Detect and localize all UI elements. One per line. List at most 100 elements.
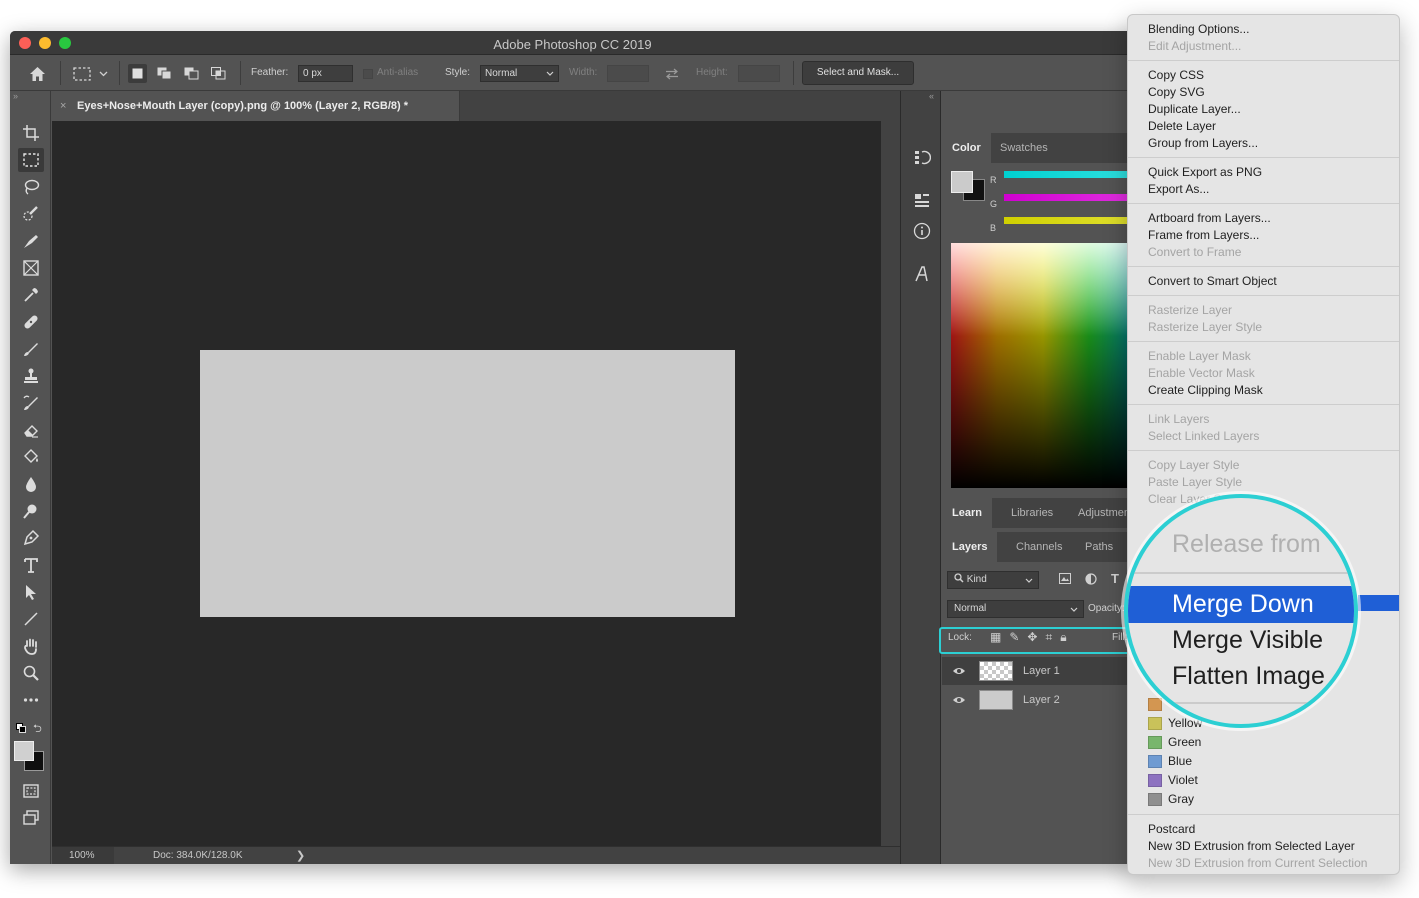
filter-pixel-icon[interactable] — [1059, 573, 1071, 587]
tool-frame[interactable] — [18, 256, 44, 280]
subtract-from-selection-button[interactable] — [182, 64, 201, 83]
menu-item-blending-options[interactable]: Blending Options... — [1148, 22, 1249, 36]
menu-item-frame-from-layers[interactable]: Frame from Layers... — [1148, 228, 1259, 242]
width-input[interactable] — [607, 65, 649, 82]
tool-healing-brush[interactable] — [18, 310, 44, 334]
menu-item-color-gray[interactable]: Gray — [1168, 792, 1194, 806]
tool-lasso[interactable] — [18, 175, 44, 199]
menu-item-color-violet[interactable]: Violet — [1168, 773, 1198, 787]
layer-row-layer-2[interactable]: Layer 2 — [942, 686, 1135, 714]
tool-eyedropper[interactable] — [18, 283, 44, 307]
tool-type[interactable] — [18, 553, 44, 577]
document-tab[interactable]: × Eyes+Nose+Mouth Layer (copy).png @ 100… — [52, 91, 460, 121]
tool-crop-artboard[interactable] — [18, 121, 44, 145]
tool-move-spot[interactable] — [18, 229, 44, 253]
quick-mask-button[interactable] — [18, 779, 44, 803]
tool-brush[interactable] — [18, 337, 44, 361]
anti-alias-checkbox[interactable] — [363, 69, 373, 79]
menu-item-export-as[interactable]: Export As... — [1148, 182, 1209, 196]
tab-layers[interactable]: Layers — [942, 532, 998, 562]
tool-quick-selection[interactable] — [18, 202, 44, 226]
tool-more[interactable] — [18, 688, 44, 712]
tool-dodge[interactable] — [18, 499, 44, 523]
tab-adjustments[interactable]: Adjustments — [1068, 498, 1135, 528]
close-tab-icon[interactable]: × — [60, 100, 66, 112]
swap-colors-icon[interactable]: ⮌ — [33, 720, 42, 739]
visibility-eye-icon[interactable] — [952, 693, 966, 707]
style-select[interactable]: Normal — [480, 65, 559, 82]
filter-type-icon[interactable]: T — [1111, 571, 1119, 586]
swap-width-height-button[interactable] — [662, 64, 681, 83]
tab-paths[interactable]: Paths — [1075, 532, 1123, 562]
vertical-scrollbar[interactable] — [881, 121, 900, 846]
tab-channels[interactable]: Channels — [1006, 532, 1072, 562]
foreground-color-swatch[interactable] — [14, 741, 34, 761]
document-canvas[interactable] — [200, 350, 735, 617]
select-and-mask-button[interactable]: Select and Mask... — [802, 61, 914, 85]
tool-path-selection[interactable] — [18, 580, 44, 604]
menu-item-artboard-from-layers[interactable]: Artboard from Layers... — [1148, 211, 1271, 225]
menu-item-3d-extrusion-selected-layer[interactable]: New 3D Extrusion from Selected Layer — [1148, 839, 1355, 853]
feather-input[interactable]: 0 px — [298, 65, 353, 82]
tool-line[interactable] — [18, 607, 44, 631]
menu-item-group-from-layers[interactable]: Group from Layers... — [1148, 136, 1258, 150]
layer-row-layer-1[interactable]: Layer 1 — [942, 657, 1135, 685]
glyphs-panel-icon[interactable] — [912, 264, 932, 284]
marquee-tool-preset[interactable] — [72, 64, 91, 83]
tab-color[interactable]: Color — [942, 133, 991, 163]
properties-panel-icon[interactable] — [912, 190, 932, 210]
tab-libraries[interactable]: Libraries — [1001, 498, 1063, 528]
subtract-selection-icon — [184, 67, 199, 80]
menu-item-postcard[interactable]: Postcard — [1148, 822, 1195, 836]
collapse-dock-icon[interactable]: « — [929, 91, 934, 101]
magnified-merge-down[interactable]: Merge Down — [1172, 590, 1314, 619]
menu-item-merge-down-highlight[interactable] — [1358, 595, 1399, 611]
zoom-level[interactable]: 100% — [52, 847, 114, 864]
collapse-tools-icon[interactable]: » — [13, 91, 18, 101]
tool-zoom[interactable] — [18, 661, 44, 685]
slider-b[interactable] — [1004, 217, 1135, 224]
add-to-selection-button[interactable] — [155, 64, 174, 83]
menu-item-color-blue[interactable]: Blue — [1168, 754, 1192, 768]
menu-item-copy-css[interactable]: Copy CSS — [1148, 68, 1204, 82]
menu-item-delete-layer[interactable]: Delete Layer — [1148, 119, 1216, 133]
visibility-eye-icon[interactable] — [952, 664, 966, 678]
home-button[interactable] — [28, 64, 47, 83]
history-panel-icon[interactable] — [912, 147, 932, 167]
menu-item-quick-export-png[interactable]: Quick Export as PNG — [1148, 165, 1262, 179]
magnified-flatten-image[interactable]: Flatten Image — [1172, 662, 1325, 691]
tool-hand[interactable] — [18, 634, 44, 658]
menu-item-select-linked-layers: Select Linked Layers — [1148, 429, 1260, 443]
menu-item-convert-smart-object[interactable]: Convert to Smart Object — [1148, 274, 1277, 288]
tool-eraser[interactable] — [18, 418, 44, 442]
layer-kind-filter[interactable]: Kind — [947, 571, 1039, 589]
info-panel-icon[interactable] — [912, 221, 932, 241]
height-input[interactable] — [738, 65, 780, 82]
tool-blur[interactable] — [18, 472, 44, 496]
magnified-merge-visible[interactable]: Merge Visible — [1172, 626, 1323, 655]
menu-item-color-green[interactable]: Green — [1168, 735, 1201, 749]
tool-history-brush[interactable] — [18, 391, 44, 415]
tab-learn[interactable]: Learn — [942, 498, 992, 528]
slider-r[interactable] — [1004, 171, 1135, 178]
slider-g[interactable] — [1004, 194, 1135, 201]
menu-item-create-clipping-mask[interactable]: Create Clipping Mask — [1148, 383, 1263, 397]
intersect-selection-button[interactable] — [209, 64, 228, 83]
filter-adjustment-icon[interactable] — [1085, 573, 1097, 588]
tab-swatches[interactable]: Swatches — [990, 133, 1058, 163]
menu-item-copy-svg[interactable]: Copy SVG — [1148, 85, 1205, 99]
color-panel-foreground-swatch[interactable] — [951, 171, 973, 193]
preset-dropdown[interactable] — [94, 64, 113, 83]
default-colors-icon[interactable] — [16, 723, 26, 733]
screen-mode-button[interactable] — [18, 806, 44, 830]
tool-clone-stamp[interactable] — [18, 364, 44, 388]
window-title: Adobe Photoshop CC 2019 — [493, 37, 652, 52]
tool-paint-bucket[interactable] — [18, 445, 44, 469]
status-menu-arrow-icon[interactable]: ❯ — [296, 849, 305, 862]
tool-rectangular-marquee[interactable] — [18, 148, 44, 172]
canvas-area[interactable] — [52, 121, 881, 846]
new-selection-button[interactable] — [128, 64, 147, 83]
menu-item-duplicate-layer[interactable]: Duplicate Layer... — [1148, 102, 1241, 116]
blend-mode-select[interactable]: Normal — [947, 600, 1084, 618]
tool-pen[interactable] — [18, 526, 44, 550]
